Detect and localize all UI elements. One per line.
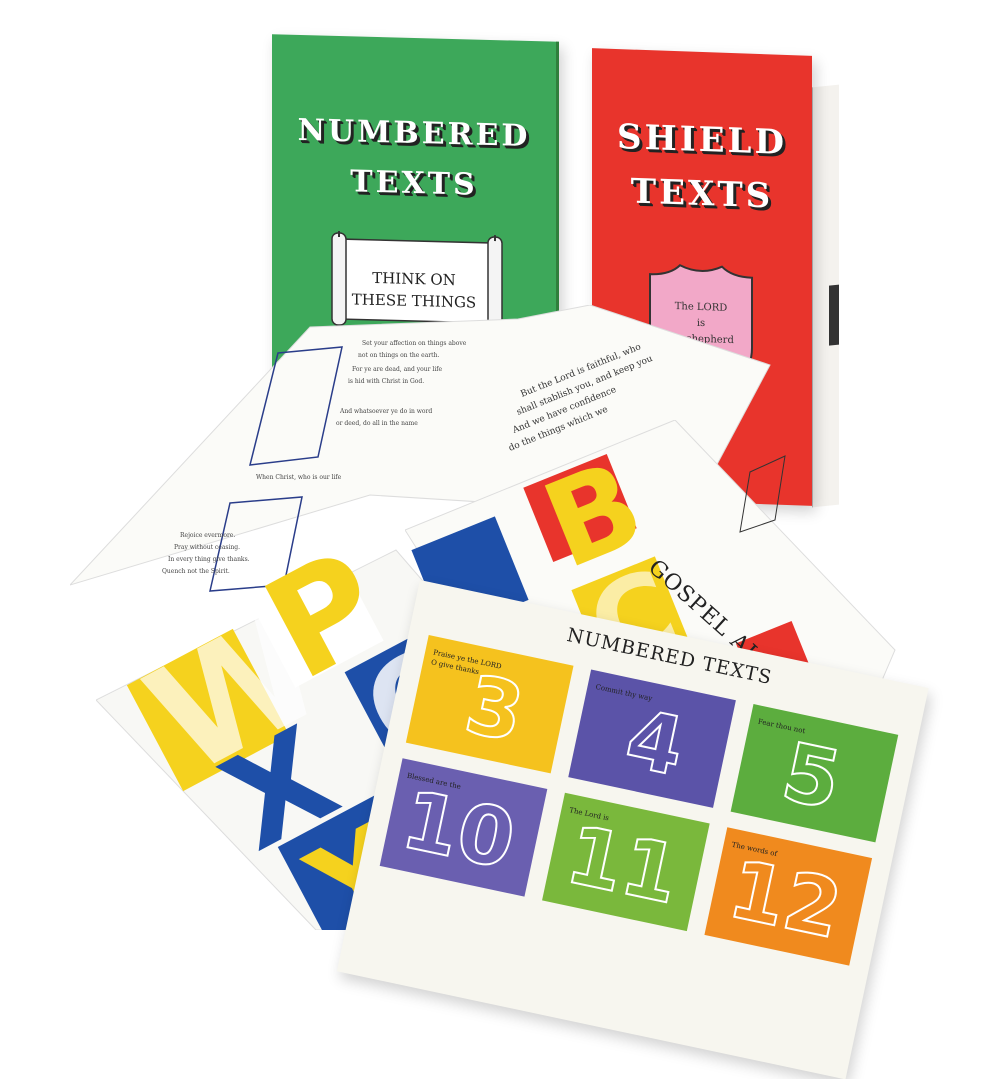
green-book-title-line2: TEXTS (350, 164, 478, 203)
svg-text:not on things on the earth.: not on things on the earth. (358, 352, 439, 359)
svg-text:Set your affection on things a: Set your affection on things above (362, 340, 467, 347)
svg-text:For ye are dead, and your life: For ye are dead, and your life (352, 366, 442, 373)
red-book-title-line2: TEXTS (630, 171, 774, 217)
svg-text:is hid with Christ in God.: is hid with Christ in God. (348, 378, 424, 385)
red-book-title-line1: SHIELD (617, 117, 787, 163)
svg-text:And whatsoever ye do in word: And whatsoever ye do in word (339, 408, 432, 415)
spine-band (829, 284, 839, 346)
green-book-title-line1: NUMBERED (297, 112, 531, 155)
